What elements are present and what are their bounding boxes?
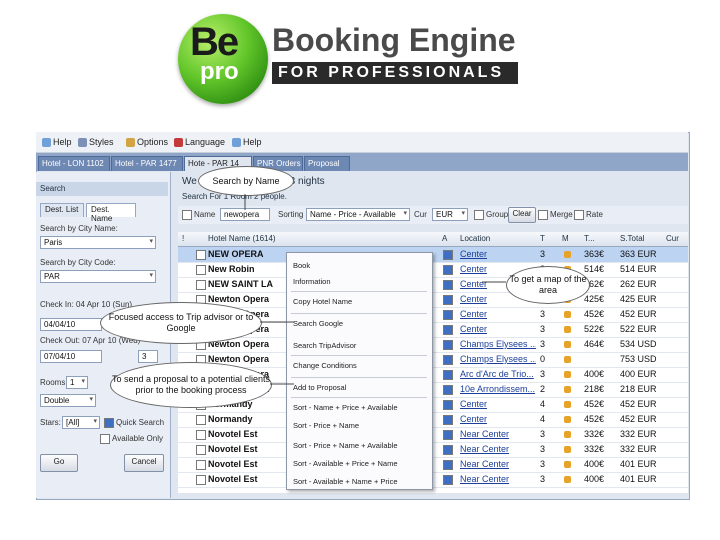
callout-arrows (244, 194, 506, 385)
